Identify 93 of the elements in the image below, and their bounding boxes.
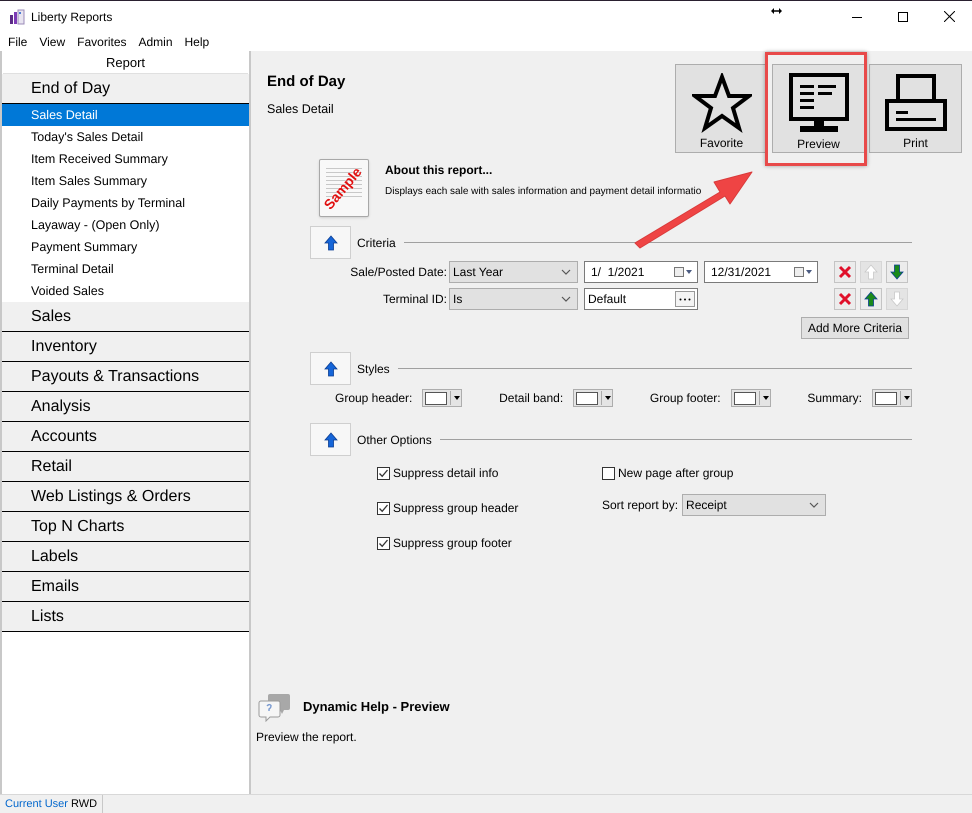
maximize-icon xyxy=(898,12,908,22)
style-label: Group footer: xyxy=(650,390,721,407)
add-criteria-button[interactable]: Add More Criteria xyxy=(801,317,909,339)
color-picker[interactable] xyxy=(422,389,462,407)
close-icon xyxy=(838,292,852,306)
up-arrow-icon xyxy=(324,360,338,376)
print-button[interactable]: Print xyxy=(869,64,962,153)
chevron-down-icon xyxy=(561,296,571,302)
help-text: Preview the report. xyxy=(256,729,358,746)
category-header[interactable]: Accounts xyxy=(2,422,249,452)
operator-dropdown[interactable]: Is xyxy=(449,288,578,310)
up-arrow-icon xyxy=(324,234,338,250)
caret-icon xyxy=(762,396,769,400)
category-header[interactable]: Payouts & Transactions xyxy=(2,362,249,392)
down-arrow-icon xyxy=(890,291,904,307)
checkbox[interactable] xyxy=(602,466,615,480)
up-arrow-icon xyxy=(864,291,878,307)
date-field[interactable]: 1/ 1/2021 xyxy=(584,261,698,283)
about-description: Displays each sale with sales information and payment detail informatio xyxy=(385,185,702,199)
section-title: Styles xyxy=(357,360,390,378)
app-icon xyxy=(9,8,25,24)
color-picker[interactable] xyxy=(573,389,614,407)
menu-item[interactable]: View xyxy=(33,32,72,50)
menu-item[interactable]: Help xyxy=(178,32,216,50)
status-user: RWD xyxy=(70,796,98,812)
checkbox-label: New page after group xyxy=(618,465,734,482)
close-icon xyxy=(944,11,954,22)
checkbox-label: Suppress group header xyxy=(393,500,518,517)
ellipsis-icon xyxy=(679,298,691,300)
checkbox-label: Suppress detail info xyxy=(393,465,498,482)
menu-item[interactable]: Admin xyxy=(132,32,179,50)
down-arrow-icon xyxy=(890,264,904,280)
move-down-button[interactable] xyxy=(886,261,908,283)
calendar-icon xyxy=(794,267,814,277)
category-header[interactable]: Inventory xyxy=(2,332,249,362)
close-icon xyxy=(838,265,852,279)
up-arrow-icon xyxy=(864,264,878,280)
status-label: Current User xyxy=(5,796,68,812)
category-header[interactable]: Top N Charts xyxy=(2,512,249,542)
category-header[interactable]: Sales xyxy=(2,302,249,332)
style-label: Summary: xyxy=(807,390,862,407)
favorite-button[interactable]: Favorite xyxy=(675,64,768,153)
collapse-button[interactable] xyxy=(310,226,351,259)
category-header[interactable]: Labels xyxy=(2,542,249,572)
printer-icon xyxy=(884,73,948,133)
style-label: Group header: xyxy=(335,390,412,407)
date-field[interactable]: 12/31/2021 xyxy=(704,261,818,283)
star-icon xyxy=(692,73,752,133)
calendar-icon xyxy=(674,267,694,277)
collapse-button[interactable] xyxy=(310,352,351,385)
criteria-label: Sale/Posted Date: xyxy=(349,264,448,281)
up-arrow-icon xyxy=(324,432,338,448)
color-picker[interactable] xyxy=(730,389,771,407)
operator-dropdown[interactable]: Last Year xyxy=(449,261,578,283)
resize-icon xyxy=(771,8,782,14)
category-header[interactable]: Retail xyxy=(2,452,249,482)
report-item[interactable]: Sales Detail xyxy=(2,104,249,126)
checkbox-label: Suppress group footer xyxy=(393,535,512,552)
section-title: Other Options xyxy=(357,432,432,448)
category-header[interactable]: Web Listings & Orders xyxy=(2,482,249,512)
checkbox[interactable] xyxy=(377,536,390,550)
chevron-down-icon xyxy=(561,269,571,275)
caret-icon xyxy=(605,396,612,400)
report-title: End of Day xyxy=(267,72,346,92)
help-title: Dynamic Help - Preview xyxy=(303,698,450,716)
menu-item[interactable]: Favorites xyxy=(71,32,132,50)
section-title: Criteria xyxy=(357,234,396,252)
caret-icon xyxy=(454,396,460,400)
remove-button[interactable] xyxy=(834,288,856,310)
menu-item[interactable]: File xyxy=(2,32,34,50)
sort-dropdown[interactable]: Receipt xyxy=(682,494,826,516)
chevron-down-icon xyxy=(809,502,820,508)
preview-button[interactable]: Preview xyxy=(772,64,865,153)
move-up-button[interactable] xyxy=(860,288,882,310)
collapse-button[interactable] xyxy=(310,423,351,456)
color-picker[interactable] xyxy=(872,389,912,407)
category-header[interactable]: End of Day xyxy=(2,74,249,104)
criteria-label: Terminal ID: xyxy=(382,291,448,308)
about-title: About this report... xyxy=(385,162,494,179)
sort-label: Sort report by: xyxy=(602,497,678,514)
window-title: Liberty Reports xyxy=(31,8,112,26)
remove-button[interactable] xyxy=(834,261,856,283)
ellipsis-button[interactable] xyxy=(675,291,695,307)
report-subtitle: Sales Detail xyxy=(267,100,335,118)
help-bubbles-icon xyxy=(258,692,291,722)
category-header[interactable]: Emails xyxy=(2,572,249,602)
category-header[interactable]: Analysis xyxy=(2,392,249,422)
category-header[interactable]: Lists xyxy=(2,602,249,632)
checkbox[interactable] xyxy=(377,502,390,514)
caret-icon xyxy=(904,396,910,400)
lookup-field[interactable]: Default xyxy=(584,288,698,310)
checkbox[interactable] xyxy=(377,466,390,480)
style-label: Detail band: xyxy=(499,390,564,407)
